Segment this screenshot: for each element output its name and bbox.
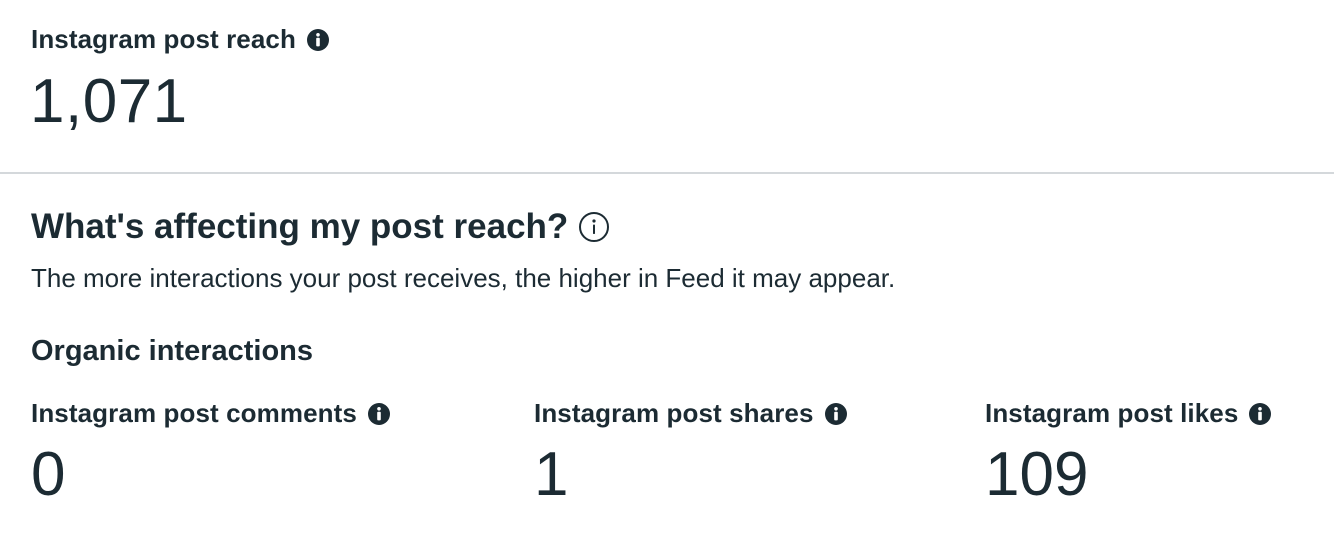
comments-metric: Instagram post comments 0 bbox=[31, 398, 391, 511]
comments-label: Instagram post comments bbox=[31, 398, 357, 428]
affecting-description: The more interactions your post receives… bbox=[31, 263, 896, 293]
affecting-heading-row: What's affecting my post reach? bbox=[31, 207, 610, 247]
comments-value: 0 bbox=[31, 440, 66, 509]
shares-label: Instagram post shares bbox=[534, 398, 814, 428]
reach-label: Instagram post reach bbox=[31, 24, 296, 54]
likes-label-row: Instagram post likes bbox=[985, 398, 1272, 429]
organic-interactions-heading: Organic interactions bbox=[31, 335, 314, 367]
reach-section: Instagram post reach 1,071 bbox=[0, 0, 1334, 174]
reach-value: 1,071 bbox=[30, 67, 188, 136]
likes-metric: Instagram post likes 109 bbox=[985, 398, 1272, 511]
info-icon[interactable] bbox=[306, 28, 330, 52]
reach-label-row: Instagram post reach bbox=[31, 24, 330, 55]
info-icon[interactable] bbox=[824, 402, 848, 426]
likes-value: 109 bbox=[985, 440, 1089, 509]
shares-label-row: Instagram post shares bbox=[534, 398, 848, 429]
likes-label: Instagram post likes bbox=[985, 398, 1239, 428]
affecting-heading: What's affecting my post reach? bbox=[31, 207, 569, 246]
info-icon[interactable] bbox=[1248, 402, 1272, 426]
shares-value: 1 bbox=[534, 440, 569, 509]
info-outline-icon[interactable] bbox=[578, 211, 610, 243]
shares-metric: Instagram post shares 1 bbox=[534, 398, 848, 511]
comments-label-row: Instagram post comments bbox=[31, 398, 391, 429]
info-icon[interactable] bbox=[367, 402, 391, 426]
